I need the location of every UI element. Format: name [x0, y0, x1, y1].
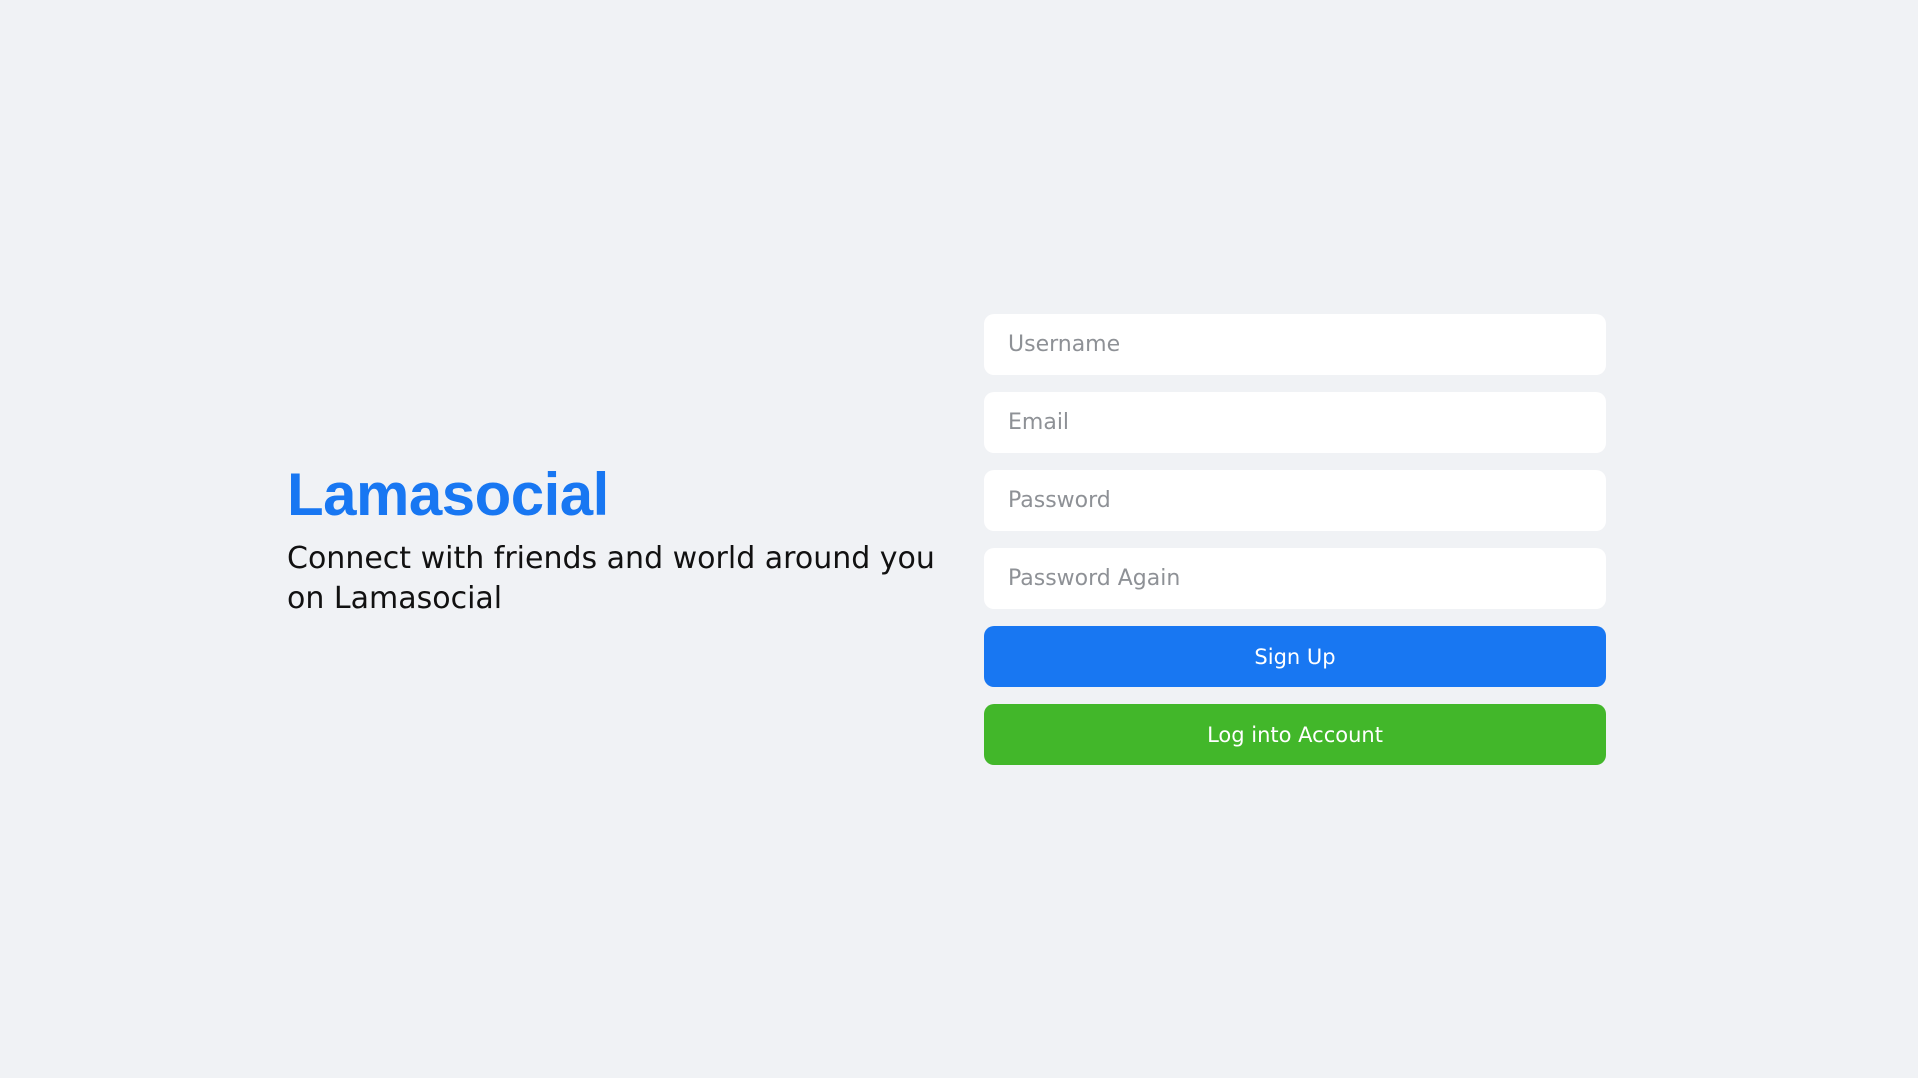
log-into-account-button[interactable]: Log into Account [984, 704, 1606, 765]
app-logo: Lamasocial [287, 461, 609, 528]
register-page: Lamasocial Connect with friends and worl… [0, 0, 1918, 1078]
register-form: Sign Up Log into Account [984, 314, 1606, 782]
password-input[interactable] [984, 470, 1606, 531]
app-tagline: Connect with friends and world around yo… [287, 541, 935, 616]
register-form-section: Sign Up Log into Account [984, 314, 1606, 782]
username-input[interactable] [984, 314, 1606, 375]
password-again-input[interactable] [984, 548, 1606, 609]
email-input[interactable] [984, 392, 1606, 453]
sign-up-button[interactable]: Sign Up [984, 626, 1606, 687]
brand-section: Lamasocial Connect with friends and worl… [287, 455, 977, 619]
